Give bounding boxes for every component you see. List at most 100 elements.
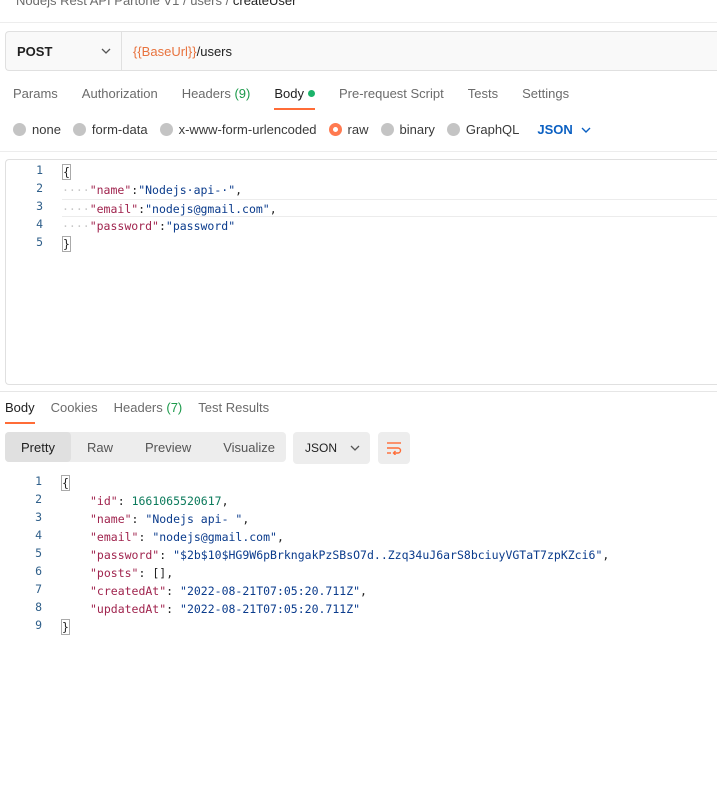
tab-label: Params [13, 86, 58, 101]
tab-tests[interactable]: Tests [468, 86, 498, 110]
json-key: "password" [90, 548, 160, 562]
json-key: "email" [89, 202, 139, 216]
code-line: ····"password":"password" [62, 217, 235, 235]
view-raw[interactable]: Raw [71, 432, 129, 462]
tab-response-headers[interactable]: Headers (7) [114, 400, 183, 424]
response-format-label: JSON [305, 441, 338, 455]
body-type-options: none form-data x-www-form-urlencoded raw… [13, 122, 591, 137]
tab-settings[interactable]: Settings [522, 86, 569, 110]
breadcrumb-folder[interactable]: users [190, 0, 222, 8]
json-value: 1661065520617 [131, 494, 222, 508]
radio-form-data[interactable]: form-data [72, 122, 148, 137]
body-indicator-dot [307, 90, 315, 97]
request-body-editor[interactable]: 1 2 3 4 5 { ····"name":"Nodejs·api-·", ·… [5, 159, 717, 385]
tab-cookies[interactable]: Cookies [51, 400, 98, 424]
tab-authorization[interactable]: Authorization [82, 86, 158, 110]
json-key: "createdAt" [90, 584, 167, 598]
brace-close: } [62, 236, 71, 252]
radio-graphql[interactable]: GraphQL [446, 122, 520, 137]
view-label: Preview [144, 439, 192, 455]
body-format-select[interactable]: JSON [537, 122, 591, 137]
json-value: "2022-08-21T07:05:20.711Z" [180, 602, 361, 616]
line-number: 8 [35, 600, 42, 614]
response-body-viewer[interactable]: 1 2 3 4 5 6 7 8 9 { "id": 1661065520617,… [5, 474, 717, 644]
tab-label: Authorization [81, 86, 158, 101]
whitespace-marker: ···· [62, 219, 90, 233]
line-number: 4 [36, 217, 43, 231]
tab-pre-request-script[interactable]: Pre-request Script [339, 86, 444, 110]
code-line: "name": "Nodejs api- ", [90, 512, 250, 526]
tab-params[interactable]: Params [13, 86, 58, 110]
view-label: Pretty [21, 439, 55, 455]
tab-label: Headers [181, 86, 231, 101]
response-tabs: Body Cookies Headers (7) Test Results [5, 400, 285, 424]
radio-x-www-form-urlencoded[interactable]: x-www-form-urlencoded [159, 122, 317, 137]
code-line: { [62, 163, 71, 181]
view-pretty[interactable]: Pretty [5, 432, 71, 462]
radio-icon [380, 123, 394, 136]
divider [0, 151, 717, 152]
view-preview[interactable]: Preview [129, 432, 207, 462]
body-format-label: JSON [537, 122, 573, 137]
json-comma: , [276, 530, 284, 544]
json-key: "name" [90, 512, 132, 526]
wrap-lines-icon [387, 442, 402, 455]
radio-icon [446, 123, 460, 136]
tab-response-body[interactable]: Body [5, 400, 35, 424]
line-number: 4 [35, 528, 42, 542]
code-line: "posts": [], [90, 566, 174, 580]
radio-raw[interactable]: raw [328, 122, 369, 137]
json-key: "updatedAt" [90, 602, 167, 616]
line-number: 1 [35, 474, 42, 488]
json-key: "name" [89, 183, 132, 197]
radio-label: GraphQL [465, 122, 520, 137]
breadcrumb-collection[interactable]: Nodejs Rest API Partone V1 [16, 0, 179, 8]
radio-binary[interactable]: binary [380, 122, 435, 137]
pane-divider[interactable] [0, 391, 717, 392]
brace-close: } [61, 619, 70, 635]
tab-count: (7) [166, 400, 183, 415]
line-number: 5 [36, 235, 43, 249]
view-mode-bar: Pretty Raw Preview Visualize [5, 432, 286, 462]
line-number: 1 [36, 163, 43, 177]
line-number: 5 [35, 546, 42, 560]
json-value: [] [152, 566, 167, 580]
code-line: "id": 1661065520617, [90, 494, 229, 508]
tab-body[interactable]: Body [274, 86, 315, 110]
tab-label: Tests [467, 86, 499, 101]
line-number: 3 [35, 510, 42, 524]
tab-label: Test Results [198, 400, 270, 415]
code-line: } [62, 235, 71, 253]
tab-label: Cookies [50, 400, 98, 415]
response-format-select[interactable]: JSON [293, 432, 370, 464]
tab-label: Body [274, 86, 304, 101]
chevron-down-icon [350, 445, 360, 451]
method-select[interactable]: POST [6, 32, 122, 70]
brace-open: { [62, 164, 71, 180]
breadcrumb: Nodejs Rest API Partone V1 / users / cre… [16, 0, 296, 8]
json-comma: , [242, 512, 250, 526]
json-value: "nodejs@gmail.com" [152, 530, 277, 544]
tab-label: Body [5, 400, 35, 415]
json-colon: : [158, 219, 166, 233]
url-input[interactable]: {{BaseUrl}}/users [122, 44, 232, 59]
method-label: POST [17, 43, 53, 59]
tab-label: Settings [522, 86, 570, 101]
breadcrumb-separator: / [182, 0, 187, 8]
tab-headers[interactable]: Headers (9) [182, 86, 251, 110]
divider [0, 22, 717, 23]
view-label: Visualize [223, 439, 276, 455]
wrap-lines-button[interactable] [378, 432, 410, 464]
brace-open: { [61, 475, 70, 491]
code-line: } [61, 618, 70, 636]
breadcrumb-separator: / [225, 0, 230, 8]
json-comma: , [166, 566, 174, 580]
line-number: 6 [35, 564, 42, 578]
view-visualize[interactable]: Visualize [207, 432, 291, 462]
radio-label: raw [347, 122, 369, 137]
tab-test-results[interactable]: Test Results [198, 400, 269, 424]
radio-label: form-data [91, 122, 148, 137]
radio-none[interactable]: none [13, 122, 61, 137]
radio-label: x-www-form-urlencoded [178, 122, 317, 137]
request-url-bar: POST {{BaseUrl}}/users [5, 31, 717, 71]
